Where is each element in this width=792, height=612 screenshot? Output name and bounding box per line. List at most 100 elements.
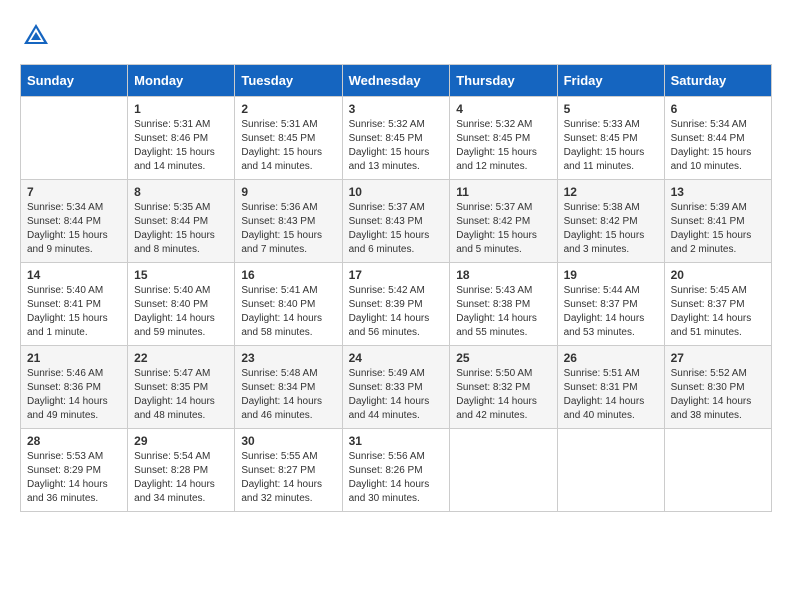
day-number: 10: [349, 185, 444, 199]
day-number: 7: [27, 185, 121, 199]
day-number: 31: [349, 434, 444, 448]
day-number: 15: [134, 268, 228, 282]
calendar-cell: 7 Sunrise: 5:34 AM Sunset: 8:44 PM Daylig…: [21, 180, 128, 263]
page-header: [20, 20, 772, 48]
day-info: Sunrise: 5:54 AM Sunset: 8:28 PM Dayligh…: [134, 450, 228, 506]
day-info: Sunrise: 5:49 AM Sunset: 8:33 PM Dayligh…: [349, 367, 444, 423]
calendar-table: SundayMondayTuesdayWednesdayThursdayFrid…: [20, 64, 772, 512]
calendar-header-sunday: Sunday: [21, 65, 128, 97]
day-info: Sunrise: 5:46 AM Sunset: 8:36 PM Dayligh…: [27, 367, 121, 423]
calendar-cell: 30Sunrise: 5:55 AM Sunset: 8:27 PM Dayli…: [235, 429, 342, 512]
calendar-week-5: 28 Sunrise: 5:53 AM Sunset: 8:29 PM Dayli…: [21, 429, 772, 512]
calendar-cell: 26 Sunrise: 5:51 AM Sunset: 8:31 PM Dayli…: [557, 346, 664, 429]
calendar-cell: 18 Sunrise: 5:43 AM Sunset: 8:38 PM Dayli…: [450, 263, 557, 346]
day-info: Sunrise: 5:34 AM Sunset: 8:44 PM Dayligh…: [27, 201, 121, 257]
calendar-cell: 12 Sunrise: 5:38 AM Sunset: 8:42 PM Dayli…: [557, 180, 664, 263]
calendar-week-1: 1 Sunrise: 5:31 AM Sunset: 8:46 PM Daylig…: [21, 97, 772, 180]
day-info: Sunrise: 5:53 AM Sunset: 8:29 PM Dayligh…: [27, 450, 121, 506]
day-info: Sunrise: 5:37 AM Sunset: 8:42 PM Dayligh…: [456, 201, 550, 257]
day-number: 20: [671, 268, 765, 282]
day-info: Sunrise: 5:33 AM Sunset: 8:45 PM Dayligh…: [564, 118, 658, 174]
calendar-cell: 16 Sunrise: 5:41 AM Sunset: 8:40 PM Dayli…: [235, 263, 342, 346]
calendar-cell: 24 Sunrise: 5:49 AM Sunset: 8:33 PM Dayli…: [342, 346, 450, 429]
calendar-week-2: 7 Sunrise: 5:34 AM Sunset: 8:44 PM Daylig…: [21, 180, 772, 263]
day-number: 16: [241, 268, 335, 282]
calendar-cell: 27 Sunrise: 5:52 AM Sunset: 8:30 PM Dayli…: [664, 346, 771, 429]
calendar-cell: 2Sunrise: 5:31 AM Sunset: 8:45 PM Daylig…: [235, 97, 342, 180]
day-info: Sunrise: 5:36 AM Sunset: 8:43 PM Dayligh…: [241, 201, 335, 257]
calendar-week-3: 14 Sunrise: 5:40 AM Sunset: 8:41 PM Dayli…: [21, 263, 772, 346]
calendar-cell: 10 Sunrise: 5:37 AM Sunset: 8:43 PM Dayli…: [342, 180, 450, 263]
calendar-week-4: 21 Sunrise: 5:46 AM Sunset: 8:36 PM Dayli…: [21, 346, 772, 429]
day-number: 24: [349, 351, 444, 365]
day-info: Sunrise: 5:40 AM Sunset: 8:41 PM Dayligh…: [27, 284, 121, 340]
day-info: Sunrise: 5:45 AM Sunset: 8:37 PM Dayligh…: [671, 284, 765, 340]
calendar-cell: 17 Sunrise: 5:42 AM Sunset: 8:39 PM Dayli…: [342, 263, 450, 346]
calendar-cell: 20 Sunrise: 5:45 AM Sunset: 8:37 PM Dayli…: [664, 263, 771, 346]
day-info: Sunrise: 5:48 AM Sunset: 8:34 PM Dayligh…: [241, 367, 335, 423]
day-number: 17: [349, 268, 444, 282]
day-info: Sunrise: 5:44 AM Sunset: 8:37 PM Dayligh…: [564, 284, 658, 340]
day-info: Sunrise: 5:39 AM Sunset: 8:41 PM Dayligh…: [671, 201, 765, 257]
calendar-cell: 8 Sunrise: 5:35 AM Sunset: 8:44 PM Daylig…: [128, 180, 235, 263]
day-number: 4: [456, 102, 550, 116]
calendar-cell: 11 Sunrise: 5:37 AM Sunset: 8:42 PM Dayli…: [450, 180, 557, 263]
day-info: Sunrise: 5:32 AM Sunset: 8:45 PM Dayligh…: [456, 118, 550, 174]
day-info: Sunrise: 5:52 AM Sunset: 8:30 PM Dayligh…: [671, 367, 765, 423]
calendar-cell: 4 Sunrise: 5:32 AM Sunset: 8:45 PM Daylig…: [450, 97, 557, 180]
calendar-header-saturday: Saturday: [664, 65, 771, 97]
calendar-header-monday: Monday: [128, 65, 235, 97]
calendar-cell: 29 Sunrise: 5:54 AM Sunset: 8:28 PM Dayli…: [128, 429, 235, 512]
calendar-cell: 23 Sunrise: 5:48 AM Sunset: 8:34 PM Dayli…: [235, 346, 342, 429]
day-number: 9: [241, 185, 335, 199]
day-number: 6: [671, 102, 765, 116]
day-info: Sunrise: 5:34 AM Sunset: 8:44 PM Dayligh…: [671, 118, 765, 174]
day-info: Sunrise: 5:37 AM Sunset: 8:43 PM Dayligh…: [349, 201, 444, 257]
day-number: 8: [134, 185, 228, 199]
calendar-header-wednesday: Wednesday: [342, 65, 450, 97]
day-number: 29: [134, 434, 228, 448]
day-info: Sunrise: 5:51 AM Sunset: 8:31 PM Dayligh…: [564, 367, 658, 423]
calendar-cell: 5Sunrise: 5:33 AM Sunset: 8:45 PM Daylig…: [557, 97, 664, 180]
day-info: Sunrise: 5:41 AM Sunset: 8:40 PM Dayligh…: [241, 284, 335, 340]
day-info: Sunrise: 5:56 AM Sunset: 8:26 PM Dayligh…: [349, 450, 444, 506]
day-info: Sunrise: 5:40 AM Sunset: 8:40 PM Dayligh…: [134, 284, 228, 340]
day-info: Sunrise: 5:31 AM Sunset: 8:46 PM Dayligh…: [134, 118, 228, 174]
day-number: 28: [27, 434, 121, 448]
calendar-header-friday: Friday: [557, 65, 664, 97]
day-number: 19: [564, 268, 658, 282]
day-number: 25: [456, 351, 550, 365]
calendar-cell: [664, 429, 771, 512]
day-info: Sunrise: 5:38 AM Sunset: 8:42 PM Dayligh…: [564, 201, 658, 257]
day-number: 1: [134, 102, 228, 116]
day-number: 3: [349, 102, 444, 116]
day-info: Sunrise: 5:43 AM Sunset: 8:38 PM Dayligh…: [456, 284, 550, 340]
logo: [20, 20, 50, 48]
calendar-cell: 14 Sunrise: 5:40 AM Sunset: 8:41 PM Dayli…: [21, 263, 128, 346]
calendar-cell: 13 Sunrise: 5:39 AM Sunset: 8:41 PM Dayli…: [664, 180, 771, 263]
day-number: 23: [241, 351, 335, 365]
calendar-cell: [21, 97, 128, 180]
calendar-header-thursday: Thursday: [450, 65, 557, 97]
day-number: 14: [27, 268, 121, 282]
day-number: 22: [134, 351, 228, 365]
calendar-cell: [450, 429, 557, 512]
calendar-cell: 25 Sunrise: 5:50 AM Sunset: 8:32 PM Dayli…: [450, 346, 557, 429]
day-info: Sunrise: 5:35 AM Sunset: 8:44 PM Dayligh…: [134, 201, 228, 257]
day-number: 11: [456, 185, 550, 199]
day-number: 27: [671, 351, 765, 365]
day-number: 30: [241, 434, 335, 448]
calendar-cell: 22Sunrise: 5:47 AM Sunset: 8:35 PM Dayli…: [128, 346, 235, 429]
day-number: 2: [241, 102, 335, 116]
day-number: 21: [27, 351, 121, 365]
day-number: 13: [671, 185, 765, 199]
calendar-cell: 28 Sunrise: 5:53 AM Sunset: 8:29 PM Dayli…: [21, 429, 128, 512]
day-info: Sunrise: 5:42 AM Sunset: 8:39 PM Dayligh…: [349, 284, 444, 340]
calendar-cell: 19 Sunrise: 5:44 AM Sunset: 8:37 PM Dayli…: [557, 263, 664, 346]
calendar-cell: 1 Sunrise: 5:31 AM Sunset: 8:46 PM Daylig…: [128, 97, 235, 180]
day-number: 26: [564, 351, 658, 365]
day-number: 18: [456, 268, 550, 282]
calendar-header-tuesday: Tuesday: [235, 65, 342, 97]
day-number: 12: [564, 185, 658, 199]
day-info: Sunrise: 5:50 AM Sunset: 8:32 PM Dayligh…: [456, 367, 550, 423]
